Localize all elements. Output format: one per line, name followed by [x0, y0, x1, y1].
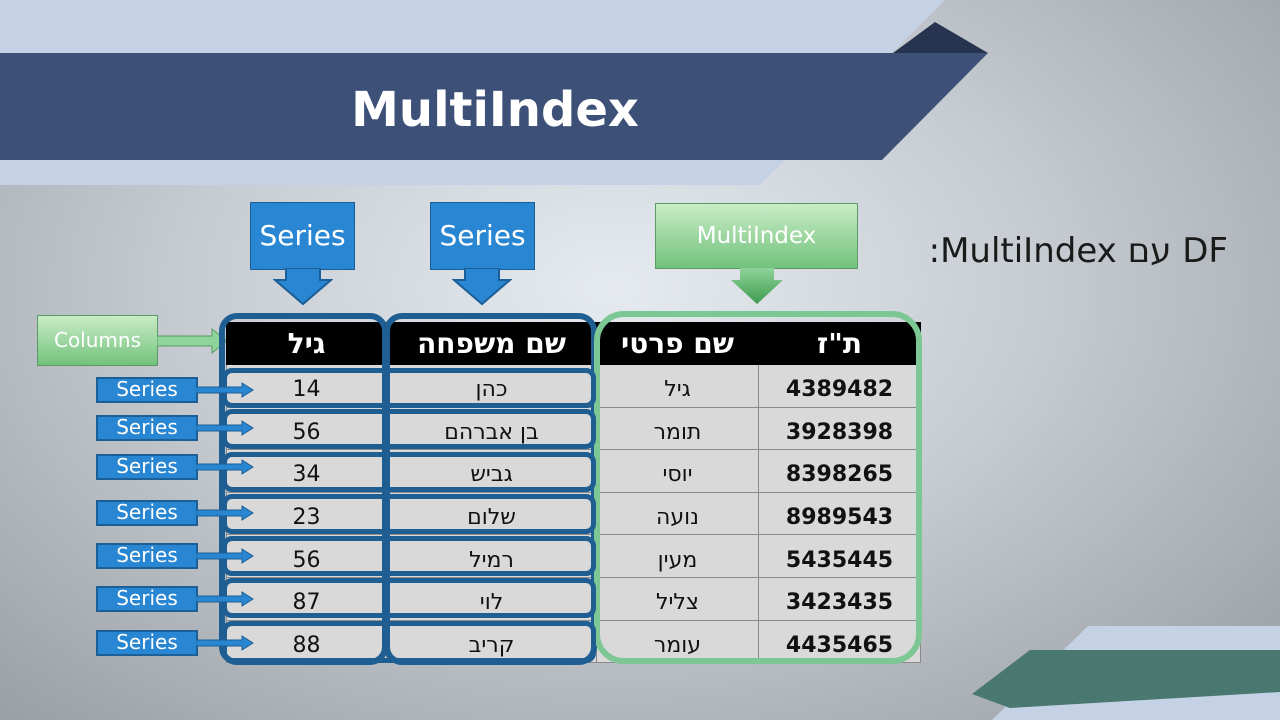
column-header-age: גיל	[226, 322, 387, 365]
cell-id: 5435445	[758, 534, 921, 578]
cell-id: 3423435	[758, 576, 921, 621]
arrow-down-icon	[273, 268, 333, 306]
arrow-down-icon	[452, 268, 512, 306]
arrow-right-icon	[196, 548, 254, 564]
table-row: 87 לוי צליל 3423435	[226, 576, 921, 621]
cell-last-name: קריב	[386, 619, 597, 664]
table-row: 14 כהן גיל 4389482	[226, 364, 921, 408]
cell-last-name: לוי	[386, 576, 597, 621]
cell-first-name: תומר	[596, 406, 759, 451]
columns-callout: Columns	[37, 315, 158, 366]
table-row: 34 גביש יוסי 8398265	[226, 449, 921, 493]
row-series-label: Series	[96, 454, 198, 480]
column-header-id: ת"ז	[758, 322, 921, 365]
series-callout-lastname: Series	[430, 202, 535, 270]
cell-last-name: רמיל	[386, 534, 597, 578]
cell-id: 4389482	[758, 364, 921, 408]
row-series-label: Series	[96, 415, 198, 441]
table-row: 88 קריב עומר 4435465	[226, 619, 921, 664]
cell-last-name: גביש	[386, 449, 597, 493]
column-header-first-name: שם פרטי	[596, 322, 759, 365]
arrow-down-icon	[731, 268, 783, 304]
cell-last-name: בן אברהם	[386, 406, 597, 451]
cell-last-name: שלום	[386, 491, 597, 536]
cell-first-name: מעין	[596, 534, 759, 578]
row-series-label: Series	[96, 543, 198, 569]
arrow-right-icon	[196, 505, 254, 521]
row-series-label: Series	[96, 586, 198, 612]
cell-last-name: כהן	[386, 364, 597, 408]
cell-first-name: נועה	[596, 491, 759, 536]
cell-id: 3928398	[758, 406, 921, 451]
table-header-row: גיל שם משפחה שם פרטי ת"ז	[226, 322, 921, 365]
multiindex-callout: MultiIndex	[655, 203, 858, 269]
row-series-label: Series	[96, 630, 198, 656]
table-row: 56 רמיל מעין 5435445	[226, 534, 921, 578]
cell-first-name: צליל	[596, 576, 759, 621]
table-row: 56 בן אברהם תומר 3928398	[226, 406, 921, 451]
series-callout-age: Series	[250, 202, 355, 270]
arrow-right-icon	[196, 459, 254, 475]
arrow-right-icon	[196, 591, 254, 607]
row-series-label: Series	[96, 500, 198, 526]
cell-id: 8398265	[758, 449, 921, 493]
table-row: 23 שלום נועה 8989543	[226, 491, 921, 536]
slide-subtitle: DF עם MultiIndex:	[928, 231, 1228, 271]
arrow-right-icon	[157, 327, 228, 355]
arrow-right-icon	[196, 382, 254, 398]
column-header-last-name: שם משפחה	[386, 322, 597, 365]
cell-id: 4435465	[758, 619, 921, 664]
arrow-right-icon	[196, 635, 254, 651]
dataframe-table: גיל שם משפחה שם פרטי ת"ז 14 כהן גיל 4389…	[226, 322, 921, 664]
slide-title: MultiIndex	[351, 82, 639, 138]
cell-first-name: יוסי	[596, 449, 759, 493]
cell-first-name: גיל	[596, 364, 759, 408]
arrow-right-icon	[196, 420, 254, 436]
cell-first-name: עומר	[596, 619, 759, 664]
cell-id: 8989543	[758, 491, 921, 536]
row-series-label: Series	[96, 377, 198, 403]
